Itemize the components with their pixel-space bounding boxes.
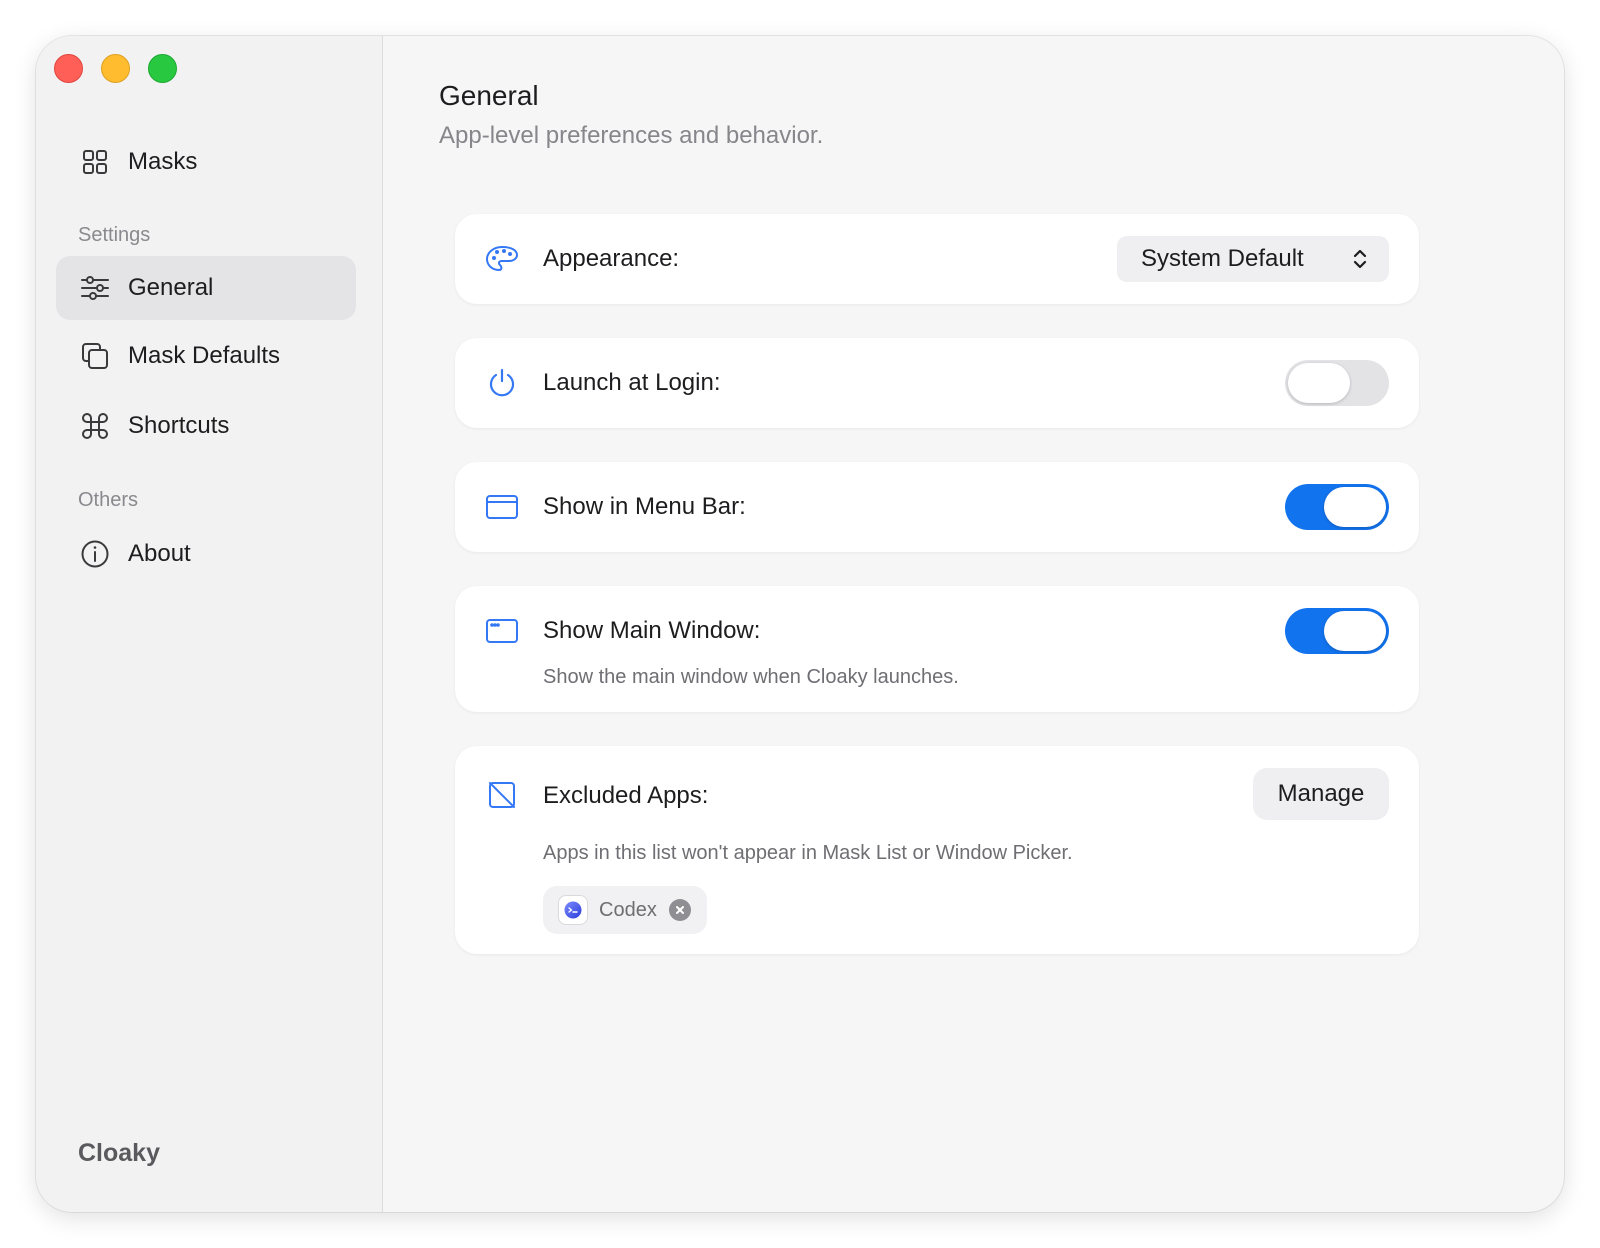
manage-button[interactable]: Manage <box>1253 768 1389 820</box>
excluded-app-chip: Codex <box>543 886 707 934</box>
appearance-select[interactable]: System Default <box>1117 236 1389 282</box>
excluded-apps-label: Excluded Apps: <box>543 782 709 809</box>
app-window: Masks Settings General Mask Defaults Sho… <box>36 36 1564 1212</box>
show-main-window-toggle[interactable] <box>1285 608 1389 654</box>
launch-at-login-label: Launch at Login: <box>543 369 721 396</box>
sidebar-item-masks[interactable]: Masks <box>56 130 356 194</box>
minimize-button[interactable] <box>101 54 130 83</box>
section-label-others: Others <box>78 489 139 511</box>
launch-at-login-card: Launch at Login: <box>455 338 1419 428</box>
page-title: General <box>439 80 539 111</box>
window-controls <box>54 54 177 83</box>
sidebar: Masks Settings General Mask Defaults Sho… <box>36 36 383 1212</box>
copy-icon <box>80 341 110 371</box>
page-subtitle: App-level preferences and behavior. <box>439 122 824 149</box>
close-button[interactable] <box>54 54 83 83</box>
zoom-button[interactable] <box>148 54 177 83</box>
appearance-card: Appearance: System Default <box>455 214 1419 304</box>
power-icon <box>485 366 519 400</box>
excluded-apps-card: Excluded Apps: Manage Apps in this list … <box>455 746 1419 954</box>
toggle-knob <box>1324 611 1386 651</box>
chevron-up-down-icon <box>1349 245 1371 273</box>
show-main-window-card: Show Main Window: Show the main window w… <box>455 586 1419 712</box>
sidebar-item-label: Shortcuts <box>128 412 230 439</box>
show-in-menu-bar-label: Show in Menu Bar: <box>543 493 746 520</box>
sidebar-item-label: General <box>128 274 214 301</box>
sidebar-item-general[interactable]: General <box>56 256 356 320</box>
command-icon <box>80 411 110 441</box>
section-label-settings: Settings <box>78 224 151 246</box>
main-content: General App-level preferences and behavi… <box>383 36 1564 1212</box>
excluded-app-name: Codex <box>599 898 657 921</box>
toggle-knob <box>1288 363 1350 403</box>
excluded-apps-description: Apps in this list won't appear in Mask L… <box>543 842 1073 864</box>
show-main-window-label: Show Main Window: <box>543 617 761 644</box>
palette-icon <box>485 242 519 276</box>
appearance-select-value: System Default <box>1141 245 1304 272</box>
slash-square-icon <box>485 778 519 812</box>
sidebar-item-label: About <box>128 540 191 567</box>
launch-at-login-toggle[interactable] <box>1285 360 1389 406</box>
remove-icon[interactable] <box>668 899 691 921</box>
show-main-window-description: Show the main window when Cloaky launche… <box>543 666 959 688</box>
sidebar-item-about[interactable]: About <box>56 522 356 586</box>
appearance-label: Appearance: <box>543 245 680 272</box>
sliders-icon <box>80 273 110 303</box>
show-in-menu-bar-toggle[interactable] <box>1285 484 1389 530</box>
codex-app-icon <box>559 896 587 924</box>
show-in-menu-bar-card: Show in Menu Bar: <box>455 462 1419 552</box>
info-icon <box>80 539 110 569</box>
sidebar-item-label: Masks <box>128 148 198 175</box>
app-name: Cloaky <box>78 1139 160 1167</box>
window-icon <box>485 490 519 524</box>
toggle-knob <box>1324 487 1386 527</box>
grid-icon <box>80 147 110 177</box>
sidebar-item-mask-defaults[interactable]: Mask Defaults <box>56 324 356 388</box>
sidebar-item-shortcuts[interactable]: Shortcuts <box>56 394 356 458</box>
sidebar-item-label: Mask Defaults <box>128 342 281 369</box>
window-icon <box>485 614 519 648</box>
